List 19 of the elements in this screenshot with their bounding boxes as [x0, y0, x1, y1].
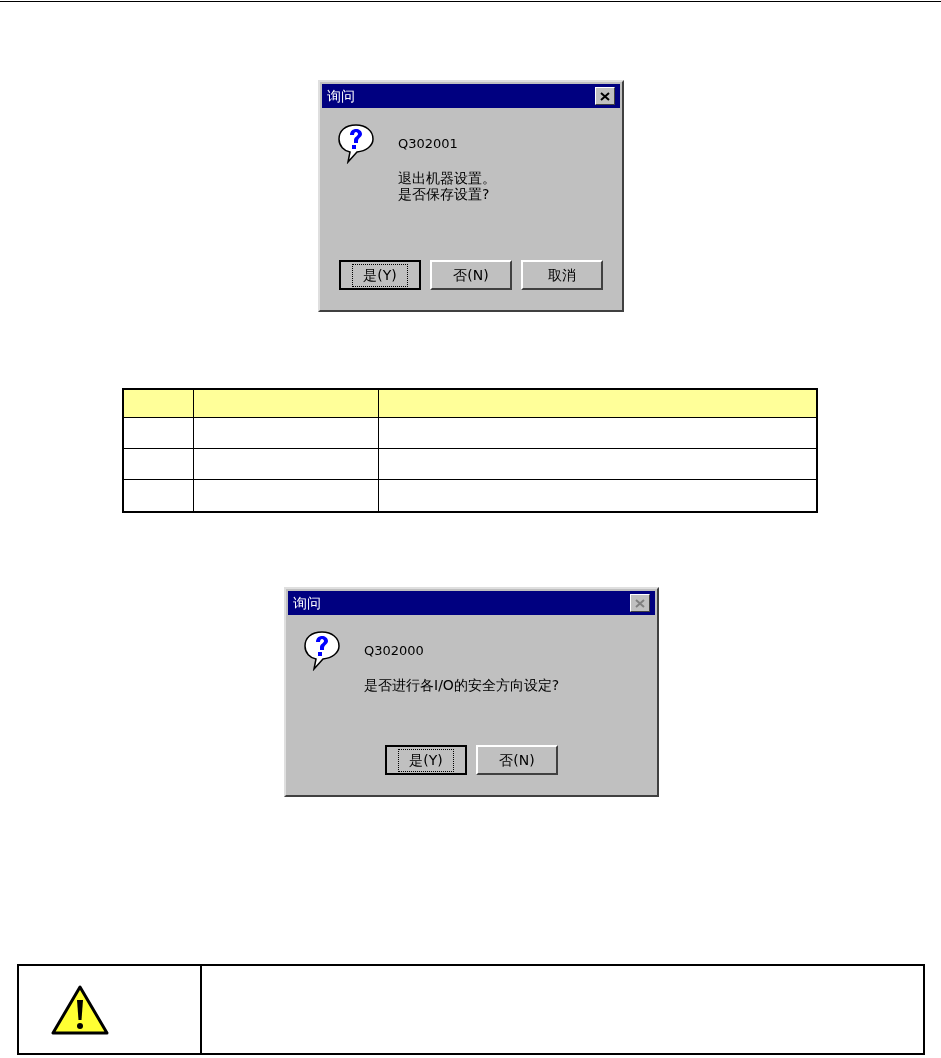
question-icon — [336, 122, 376, 164]
question-icon — [302, 629, 342, 671]
dialog-button[interactable]: 是(Y) — [339, 260, 421, 290]
message-code: Q302001 — [398, 135, 459, 153]
window-title: 询问 — [293, 593, 321, 613]
message-code: Q302000 — [364, 642, 425, 660]
message-text: 退出机器设置。 — [398, 169, 496, 186]
message-text: 是否保存设置? — [398, 185, 491, 202]
message-text: 是否进行各I/O的安全方向设定? — [364, 676, 560, 693]
warning-icon — [49, 983, 110, 1036]
dialog-button[interactable]: 取消 — [521, 260, 603, 290]
dialog-button[interactable]: 是(Y) — [385, 745, 467, 775]
close-button[interactable] — [630, 594, 650, 612]
dialog-button[interactable]: 否(N) — [476, 745, 558, 775]
close-button[interactable] — [595, 87, 615, 105]
close-icon — [600, 91, 610, 101]
window-title: 询问 — [327, 86, 355, 106]
close-icon — [635, 598, 645, 608]
dialog-button[interactable]: 否(N) — [430, 260, 512, 290]
